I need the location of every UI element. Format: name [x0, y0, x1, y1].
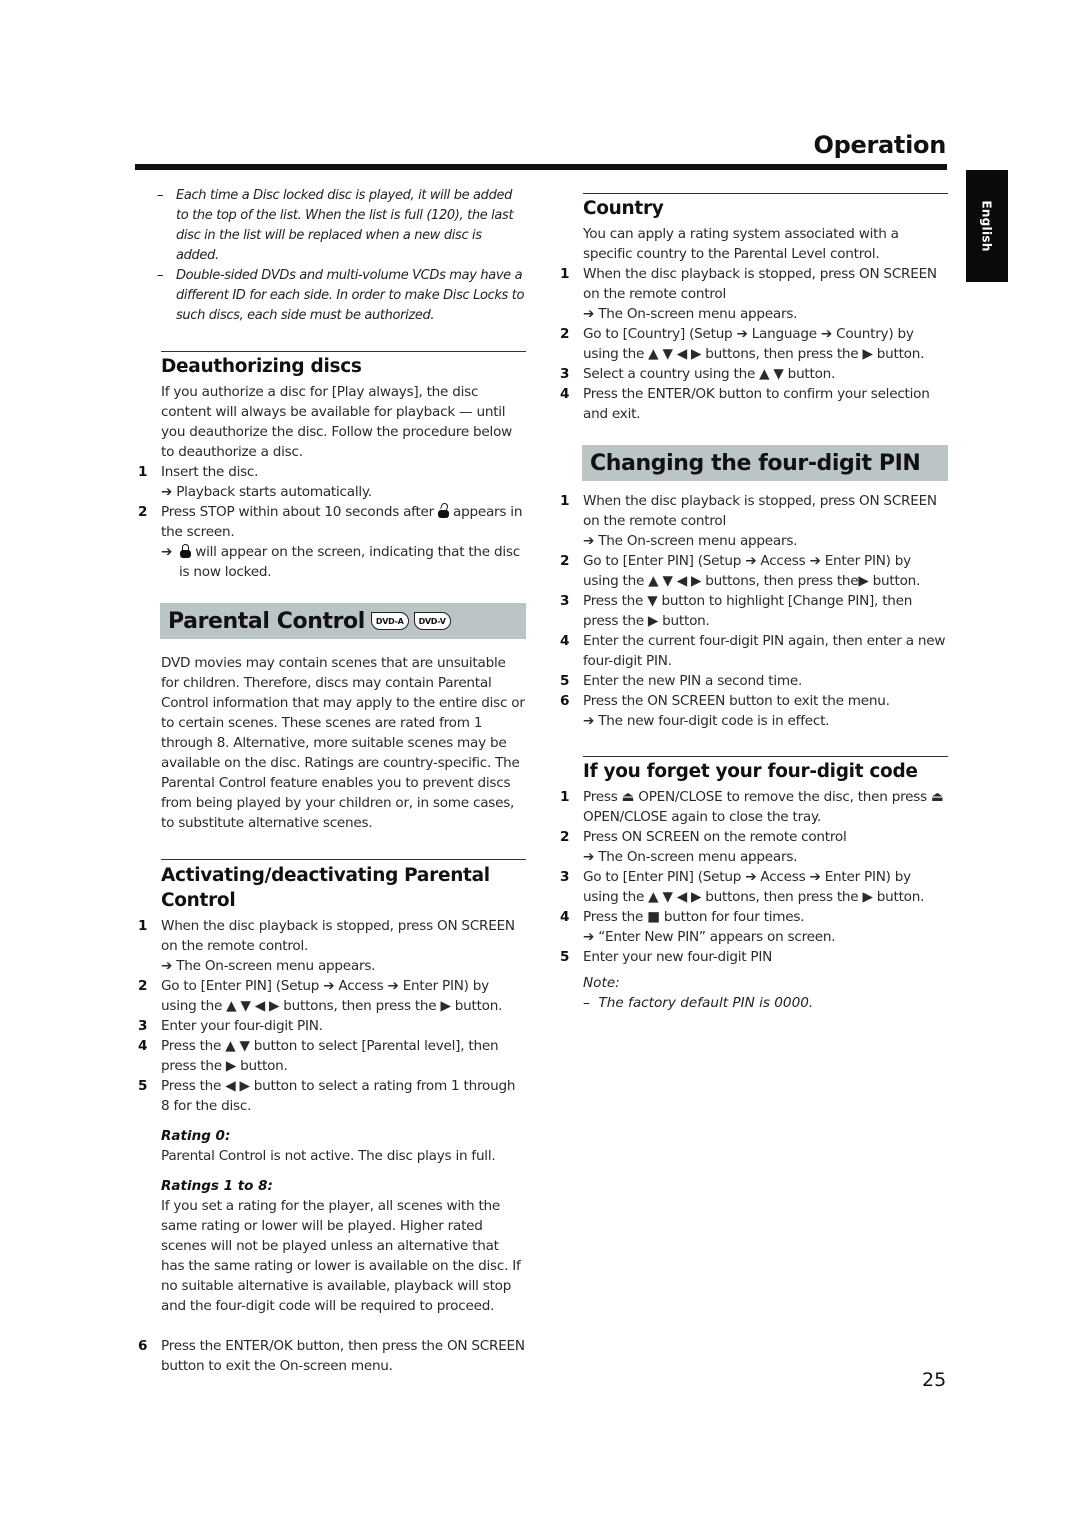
step-item: 2 Go to [Enter PIN] (Setup ➔ Access ➔ Ent… — [138, 978, 503, 1014]
note-label: Note: — [583, 975, 620, 991]
activating-steps: 1 When the disc playback is stopped, pre… — [138, 916, 526, 1116]
step-item: 4 Enter the current four-digit PIN again,… — [560, 633, 946, 669]
step-item: 2 Press STOP within about 10 seconds aft… — [138, 502, 523, 580]
change-pin-steps: 1 When the disc playback is stopped, pre… — [560, 491, 948, 731]
locked-padlock-icon — [180, 544, 192, 558]
step-item: 2 Go to [Country] (Setup ➔ Language ➔ Cou… — [560, 326, 925, 362]
ratings-1-8-label: Ratings 1 to 8: — [161, 1178, 273, 1194]
arrow-icon: ➔ — [583, 929, 595, 945]
arrow-icon: ➔ — [583, 306, 595, 322]
step-item: 6 Press the ON SCREEN button to exit the… — [560, 693, 890, 729]
ratings-1-8-text: If you set a rating for the player, all … — [161, 1198, 521, 1314]
arrow-icon: ➔ — [583, 849, 595, 865]
left-column: – Each time a Disc locked disc is played,… — [138, 186, 526, 1376]
forget-code-steps: 1 Press ⏏ OPEN/CLOSE to remove the disc, … — [560, 787, 948, 967]
step-item: 2 Go to [Enter PIN] (Setup ➔ Access ➔ Ent… — [560, 553, 921, 589]
header-rule — [135, 164, 947, 170]
arrow-icon: ➔ — [583, 533, 595, 549]
disc-lock-notes: – Each time a Disc locked disc is played,… — [135, 186, 526, 326]
parental-control-heading: Parental Control DVD-A DVD-V — [160, 603, 526, 639]
language-tab-label: English — [980, 200, 994, 252]
note-item: – Each time a Disc locked disc is played,… — [157, 188, 514, 263]
deauthorizing-heading: Deauthorizing discs — [161, 351, 526, 379]
step-item: 4 Press the ▲ ▼ button to select [Parenta… — [138, 1038, 499, 1074]
section-title: Operation — [813, 131, 947, 159]
step-item: 5 Enter your new four-digit PIN — [560, 949, 773, 965]
dvd-video-badge-icon: DVD-V — [413, 612, 451, 630]
step-item: 3 Enter your four-digit PIN. — [138, 1018, 323, 1034]
arrow-icon: ➔ — [161, 958, 173, 974]
country-intro: You can apply a rating system associated… — [583, 226, 899, 262]
country-steps: 1 When the disc playback is stopped, pre… — [560, 264, 948, 424]
arrow-icon: ➔ — [583, 713, 595, 729]
right-column: Country You can apply a rating system as… — [560, 186, 948, 1013]
page-number: 25 — [922, 1369, 947, 1391]
arrow-icon: ➔ — [161, 484, 173, 500]
language-tab: English — [966, 170, 1008, 282]
step-item: 2 Press ON SCREEN on the remote control … — [560, 829, 847, 865]
step-item: 1 Press ⏏ OPEN/CLOSE to remove the disc, … — [560, 789, 944, 825]
note-text: – The factory default PIN is 0000. — [583, 995, 814, 1011]
rating-0-text: Parental Control is not active. The disc… — [161, 1148, 496, 1164]
step-item: 1 When the disc playback is stopped, pre… — [560, 493, 937, 549]
forget-code-heading: If you forget your four-digit code — [583, 756, 948, 784]
activating-final-step: 6 Press the ENTER/OK button, then press t… — [138, 1336, 526, 1376]
arrow-icon: ➔ — [161, 544, 173, 560]
step-item: 4 Press the ■ button for four times. ➔ “… — [560, 909, 836, 945]
step-item: 1 Insert the disc. ➔ Playback starts aut… — [138, 464, 372, 500]
step-item: 6 Press the ENTER/OK button, then press t… — [138, 1338, 525, 1374]
step-item: 1 When the disc playback is stopped, pre… — [560, 266, 937, 322]
step-item: 5 Enter the new PIN a second time. — [560, 673, 803, 689]
country-heading: Country — [583, 193, 948, 221]
step-item: 1 When the disc playback is stopped, pre… — [138, 918, 515, 974]
note-item: – Double-sided DVDs and multi-volume VCDs… — [157, 268, 525, 323]
step-item: 3 Go to [Enter PIN] (Setup ➔ Access ➔ Ent… — [560, 869, 925, 905]
deauthorizing-intro: If you authorize a disc for [Play always… — [161, 384, 513, 460]
activating-heading: Activating/deactivating Parental Control — [161, 859, 526, 913]
step-item: 4 Press the ENTER/OK button to confirm yo… — [560, 386, 930, 422]
rating-0-label: Rating 0: — [161, 1128, 231, 1144]
deauthorizing-steps: 1 Insert the disc. ➔ Playback starts aut… — [138, 462, 526, 582]
dvd-audio-badge-icon: DVD-A — [370, 612, 409, 630]
change-pin-heading: Changing the four-digit PIN — [582, 445, 948, 481]
step-item: 3 Press the ▼ button to highlight [Change… — [560, 593, 913, 629]
step-item: 3 Select a country using the ▲ ▼ button. — [560, 366, 836, 382]
parental-control-intro: DVD movies may contain scenes that are u… — [161, 655, 525, 831]
unlocked-padlock-icon — [438, 502, 450, 518]
step-item: 5 Press the ◀ ▶ button to select a rating… — [138, 1078, 516, 1114]
